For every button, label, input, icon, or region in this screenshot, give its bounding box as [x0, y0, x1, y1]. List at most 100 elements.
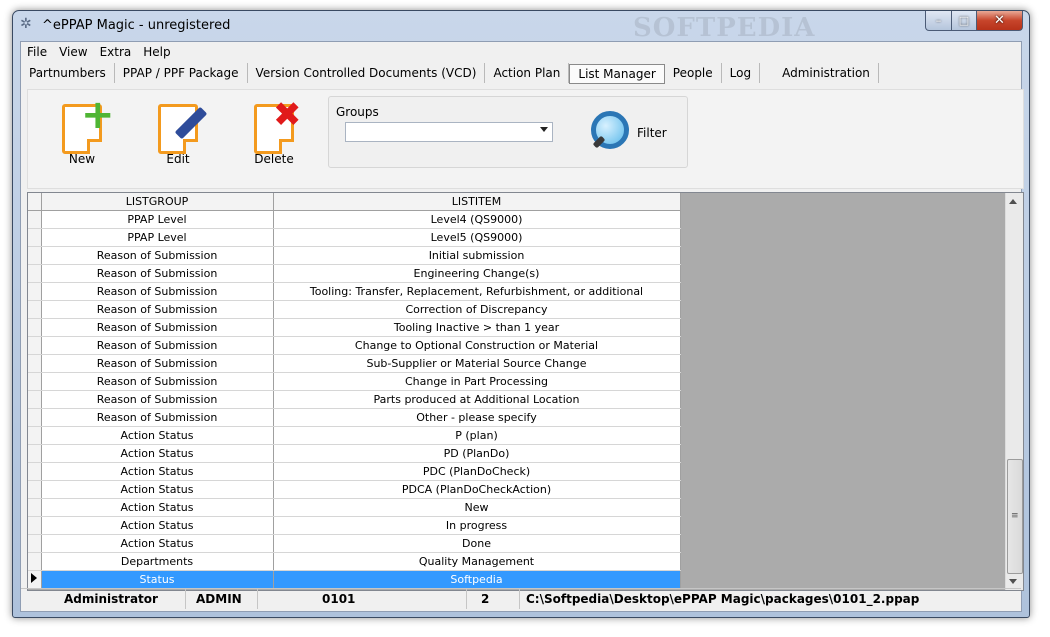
cell-listitem[interactable]: Parts produced at Additional Location [273, 390, 681, 409]
row-header[interactable] [28, 282, 42, 301]
table-row[interactable]: Status Softpedia [28, 570, 681, 589]
tab-partnumbers[interactable]: Partnumbers [21, 63, 115, 83]
row-header[interactable] [28, 408, 42, 427]
cell-listgroup[interactable]: Reason of Submission [41, 264, 274, 283]
cell-listitem[interactable]: Softpedia [273, 570, 681, 589]
row-header[interactable] [28, 318, 42, 337]
row-header[interactable] [28, 552, 42, 571]
row-header[interactable] [28, 372, 42, 391]
tab-vcd[interactable]: Version Controlled Documents (VCD) [248, 63, 486, 83]
cell-listgroup[interactable]: Action Status [41, 516, 274, 535]
cell-listitem[interactable]: Change to Optional Construction or Mater… [273, 336, 681, 355]
row-header[interactable] [28, 246, 42, 265]
row-header[interactable] [28, 210, 42, 229]
title-bar[interactable]: ✲ ^ePPAP Magic - unregistered SOFTPEDIA … [13, 11, 1029, 43]
column-header-listgroup[interactable]: LISTGROUP [41, 193, 274, 211]
table-row[interactable]: Reason of Submission Correction of Discre… [28, 300, 681, 319]
cell-listgroup[interactable]: PPAP Level [41, 210, 274, 229]
cell-listgroup[interactable]: Action Status [41, 426, 274, 445]
row-header[interactable] [28, 390, 42, 409]
row-header[interactable] [28, 426, 42, 445]
scroll-down-icon[interactable] [1009, 579, 1017, 584]
cell-listgroup[interactable]: Status [41, 570, 274, 589]
table-row[interactable]: Action Status PDC (PlanDoCheck) [28, 462, 681, 481]
row-header[interactable] [28, 336, 42, 355]
scroll-up-icon[interactable] [1009, 199, 1017, 204]
row-header[interactable] [28, 516, 42, 535]
cell-listgroup[interactable]: Action Status [41, 480, 274, 499]
table-row[interactable]: PPAP Level Level4 (QS9000) [28, 210, 681, 229]
table-row[interactable]: Action Status New [28, 498, 681, 517]
cell-listgroup[interactable]: Reason of Submission [41, 336, 274, 355]
menu-extra[interactable]: Extra [94, 44, 138, 62]
row-header[interactable] [28, 444, 42, 463]
table-row[interactable]: PPAP Level Level5 (QS9000) [28, 228, 681, 247]
row-header[interactable] [28, 264, 42, 283]
row-header[interactable] [28, 534, 42, 553]
table-row[interactable]: Reason of Submission Tooling Inactive > t… [28, 318, 681, 337]
filter-button[interactable]: Filter [587, 109, 677, 155]
table-row[interactable]: Reason of Submission Tooling: Transfer, R… [28, 282, 681, 301]
table-row[interactable]: Reason of Submission Change to Optional C… [28, 336, 681, 355]
tab-list-manager[interactable]: List Manager [569, 64, 665, 84]
groups-dropdown[interactable] [345, 122, 553, 142]
cell-listitem[interactable]: Tooling Inactive > than 1 year [273, 318, 681, 337]
table-row[interactable]: Action Status In progress [28, 516, 681, 535]
cell-listgroup[interactable]: Reason of Submission [41, 246, 274, 265]
table-row[interactable]: Reason of Submission Sub-Supplier or Mate… [28, 354, 681, 373]
cell-listgroup[interactable]: PPAP Level [41, 228, 274, 247]
tab-action-plan[interactable]: Action Plan [485, 63, 570, 83]
menu-help[interactable]: Help [137, 44, 176, 62]
table-row[interactable]: Reason of Submission Parts produced at Ad… [28, 390, 681, 409]
row-header[interactable] [28, 300, 42, 319]
row-header[interactable] [28, 480, 42, 499]
cell-listgroup[interactable]: Reason of Submission [41, 300, 274, 319]
app-gear-icon[interactable]: ✲ [20, 17, 34, 31]
table-row[interactable]: Action Status Done [28, 534, 681, 553]
cell-listgroup[interactable]: Action Status [41, 498, 274, 517]
table-row[interactable]: Action Status P (plan) [28, 426, 681, 445]
cell-listitem[interactable]: Level5 (QS9000) [273, 228, 681, 247]
cell-listitem[interactable]: P (plan) [273, 426, 681, 445]
minimize-button[interactable]: – [925, 11, 952, 31]
cell-listgroup[interactable]: Departments [41, 552, 274, 571]
tab-people[interactable]: People [665, 63, 722, 83]
cell-listitem[interactable]: Quality Management [273, 552, 681, 571]
cell-listitem[interactable]: Tooling: Transfer, Replacement, Refurbis… [273, 282, 681, 301]
tab-administration[interactable]: Administration [774, 63, 879, 83]
cell-listitem[interactable]: Done [273, 534, 681, 553]
cell-listitem[interactable]: In progress [273, 516, 681, 535]
row-header[interactable] [28, 354, 42, 373]
cell-listitem[interactable]: Engineering Change(s) [273, 264, 681, 283]
cell-listgroup[interactable]: Action Status [41, 462, 274, 481]
cell-listgroup[interactable]: Reason of Submission [41, 318, 274, 337]
maximize-button[interactable]: □ [952, 11, 977, 31]
cell-listitem[interactable]: Level4 (QS9000) [273, 210, 681, 229]
cell-listitem[interactable]: Correction of Discrepancy [273, 300, 681, 319]
tab-log[interactable]: Log [722, 63, 761, 83]
row-header[interactable] [28, 570, 42, 589]
close-button[interactable]: ✕ [977, 11, 1023, 31]
cell-listitem[interactable]: Change in Part Processing [273, 372, 681, 391]
cell-listgroup[interactable]: Reason of Submission [41, 408, 274, 427]
scroll-thumb[interactable]: ≡ [1007, 459, 1023, 574]
cell-listitem[interactable]: Sub-Supplier or Material Source Change [273, 354, 681, 373]
row-header[interactable] [28, 462, 42, 481]
vertical-scrollbar[interactable]: ≡ [1005, 193, 1023, 590]
cell-listgroup[interactable]: Reason of Submission [41, 390, 274, 409]
cell-listgroup[interactable]: Action Status [41, 534, 274, 553]
table-row[interactable]: Reason of Submission Initial submission [28, 246, 681, 265]
cell-listitem[interactable]: Other - please specify [273, 408, 681, 427]
tab-ppap-package[interactable]: PPAP / PPF Package [115, 63, 248, 83]
column-header-listitem[interactable]: LISTITEM [273, 193, 681, 211]
cell-listgroup[interactable]: Reason of Submission [41, 372, 274, 391]
new-button[interactable]: + New [52, 95, 115, 166]
cell-listgroup[interactable]: Reason of Submission [41, 282, 274, 301]
row-header[interactable] [28, 228, 42, 247]
cell-listitem[interactable]: PDC (PlanDoCheck) [273, 462, 681, 481]
edit-button[interactable]: Edit [148, 100, 208, 166]
table-row[interactable]: Reason of Submission Change in Part Proce… [28, 372, 681, 391]
cell-listitem[interactable]: Initial submission [273, 246, 681, 265]
table-row[interactable]: Reason of Submission Other - please speci… [28, 408, 681, 427]
cell-listitem[interactable]: PD (PlanDo) [273, 444, 681, 463]
